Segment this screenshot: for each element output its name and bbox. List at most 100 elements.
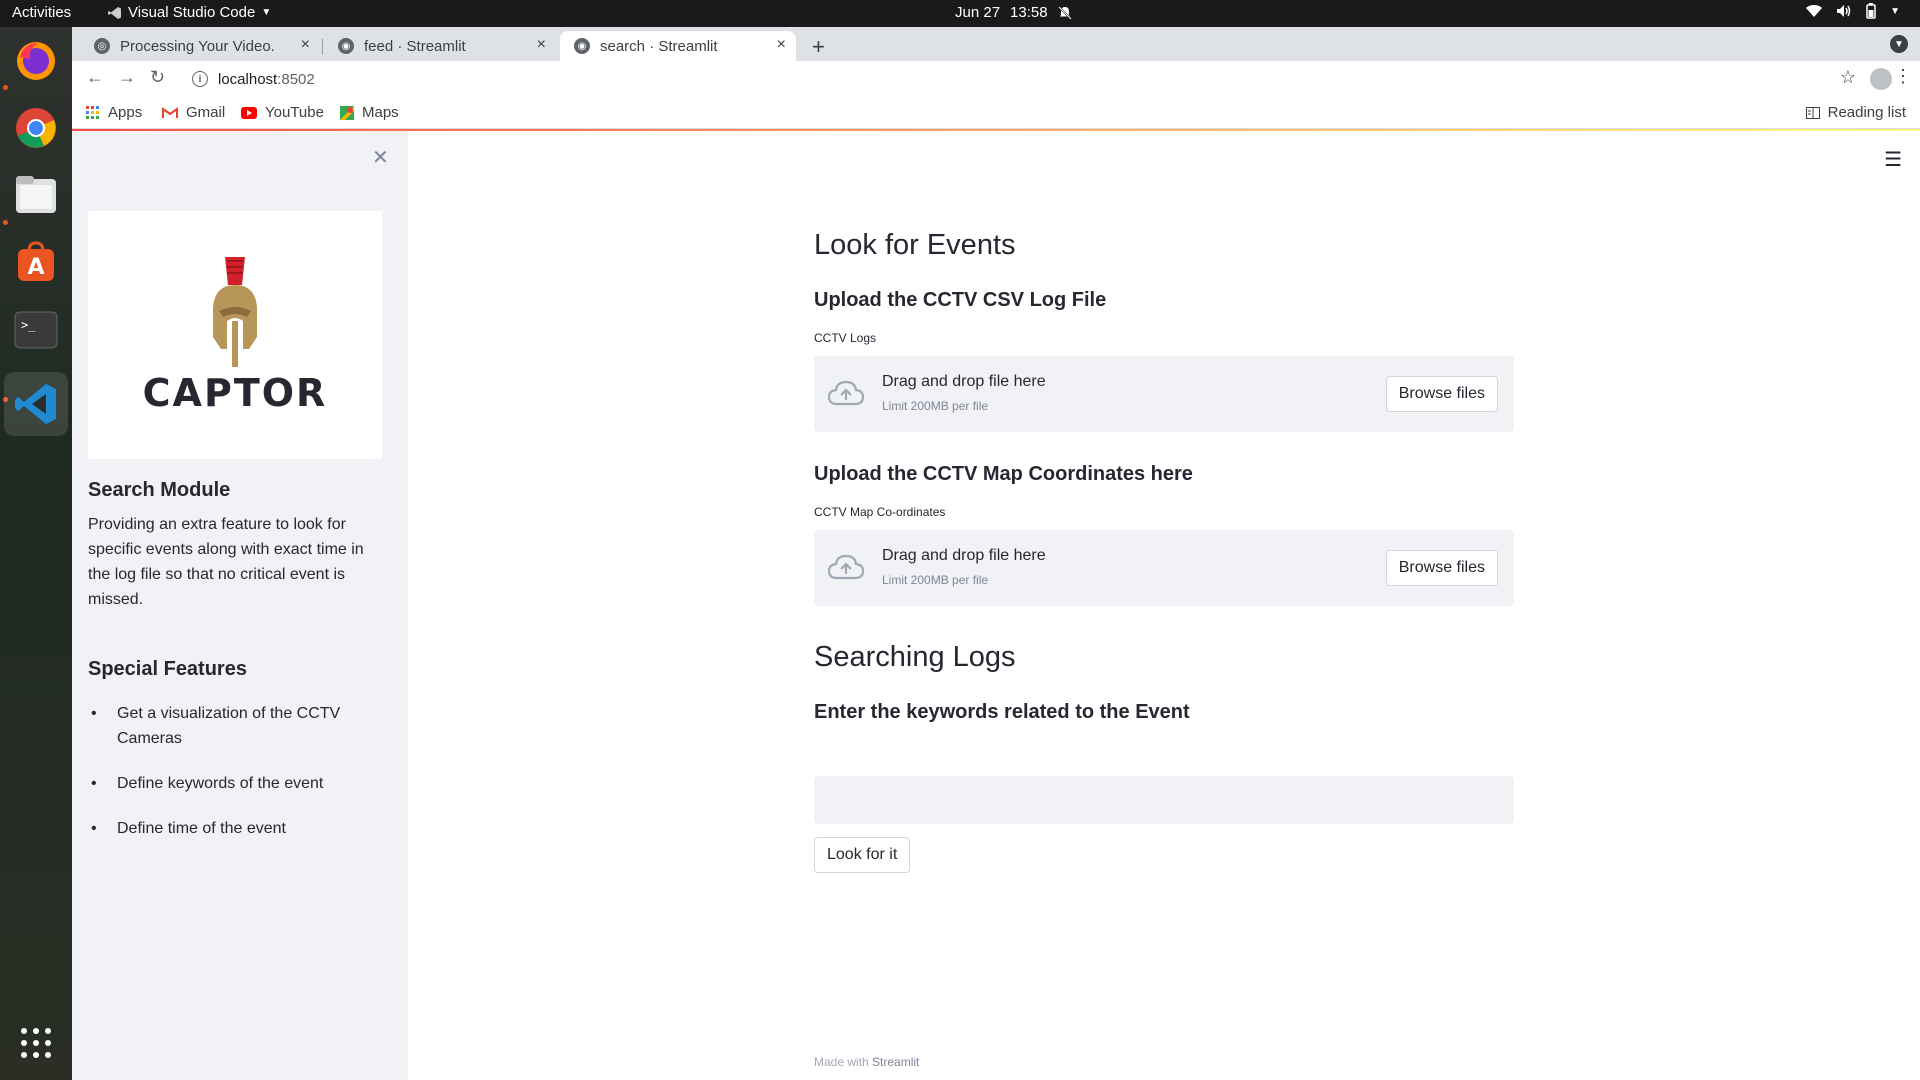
hamburger-menu-icon[interactable]: ☰ [1884,147,1902,172]
tab-title: Processing Your Video. [120,37,275,55]
svg-text:>_: >_ [21,318,36,332]
tab-separator [322,39,323,55]
wifi-icon [1806,5,1823,17]
system-top-bar: Activities Visual Studio Code ▼ Jun 27 1… [0,0,1920,27]
close-tab-icon[interactable]: × [537,36,546,54]
close-sidebar-icon[interactable]: ✕ [372,145,389,170]
search-module-description: Providing an extra feature to look for s… [88,516,364,608]
bookmark-gmail[interactable]: Gmail [162,104,225,121]
url-port: :8502 [277,70,315,88]
reading-list-icon [1805,106,1820,119]
files-icon[interactable] [10,169,62,221]
maps-icon [340,105,354,120]
footer-prefix: Made with [814,1055,869,1069]
bookmark-label: YouTube [265,104,324,121]
close-tab-icon[interactable]: × [301,36,310,54]
page-title: Look for Events [814,229,1016,261]
gmail-icon [162,106,178,118]
app-menu[interactable]: Visual Studio Code ▼ [108,4,271,21]
bookmark-label: Apps [108,104,143,121]
streamlit-link[interactable]: Streamlit [872,1055,919,1069]
keywords-input[interactable] [814,776,1514,824]
cloud-upload-icon [828,380,864,406]
browser-menu-icon[interactable]: ⋮ [1894,66,1912,87]
terminal-icon[interactable]: >_ [10,304,62,356]
clock[interactable]: Jun 27 13:58 [955,4,1072,21]
look-for-it-button[interactable]: Look for it [814,837,911,873]
bookmark-label: Maps [362,104,399,121]
special-features-heading: Special Features [88,658,247,680]
main-content: ☰ Look for Events Upload the CCTV CSV Lo… [408,131,1920,1080]
dropzone-limit: Limit 200MB per file [882,573,989,587]
firefox-icon[interactable] [10,35,62,87]
tab-search[interactable]: ◉ search · Streamlit × [560,31,796,61]
captor-logo: CAPTOR [88,211,382,459]
tab-strip: ◎ Processing Your Video. × ◉ feed · Stre… [72,27,1920,61]
new-tab-icon[interactable]: + [812,34,825,60]
csv-uploader-label: CCTV Logs [814,331,877,345]
battery-icon [1866,3,1876,19]
list-item: Define time of the event [88,816,378,841]
chrome-icon[interactable] [10,102,62,154]
upload-map-heading: Upload the CCTV Map Coordinates here [814,463,1193,485]
bookmark-label: Gmail [186,104,226,121]
tab-title: search · Streamlit [600,37,718,55]
keywords-heading: Enter the keywords related to the Event [814,701,1190,723]
searching-logs-heading: Searching Logs [814,641,1016,673]
volume-icon [1837,5,1851,17]
forward-icon[interactable]: → [118,67,136,88]
list-item: Define keywords of the event [88,771,378,796]
dropzone-title: Drag and drop file here [882,547,1046,564]
bookmark-star-icon[interactable]: ☆ [1840,67,1856,88]
app-name: Visual Studio Code [128,4,256,21]
cloud-upload-icon [828,554,864,580]
streamlit-icon: ◉ [338,38,354,54]
browse-files-button[interactable]: Browse files [1385,550,1498,586]
bookmark-maps[interactable]: Maps [340,104,399,121]
site-info-icon[interactable]: i [192,71,208,87]
reading-list-button[interactable]: Reading list [1805,104,1906,121]
svg-text:A: A [27,255,44,280]
browse-files-button[interactable]: Browse files [1385,376,1498,412]
time: 13:58 [1010,4,1048,21]
footer: Made with Streamlit [814,1055,919,1069]
show-apps-icon[interactable] [10,1017,62,1069]
vscode-small-icon [108,6,121,19]
vscode-icon[interactable] [4,372,68,436]
activities-button[interactable]: Activities [12,4,71,21]
bookmark-apps[interactable]: Apps [86,104,142,121]
reading-list-label: Reading list [1827,104,1906,121]
apps-grid-icon [86,105,99,119]
date: Jun 27 [955,4,1001,21]
dock: A >_ [0,27,72,1080]
csv-dropzone[interactable]: Drag and drop file here Limit 200MB per … [814,356,1514,432]
search-module-heading: Search Module [88,479,231,501]
map-uploader-label: CCTV Map Co-ordinates [814,505,946,519]
tab-search-menu-icon[interactable]: ▼ [1890,35,1908,53]
profile-avatar[interactable] [1870,68,1892,90]
spartan-helmet-icon [213,257,257,367]
globe-icon: ◎ [94,38,110,54]
tab-processing-video[interactable]: ◎ Processing Your Video. × [80,31,320,61]
reload-icon[interactable]: ↻ [150,67,165,88]
close-tab-icon[interactable]: × [777,36,786,54]
chevron-down-icon: ▼ [1890,5,1900,17]
back-icon[interactable]: ← [86,67,104,88]
tab-feed[interactable]: ◉ feed · Streamlit × [324,31,556,61]
notifications-off-icon [1057,5,1072,20]
list-item: Get a visualization of the CCTV Cameras [88,701,378,751]
url-host: localhost [218,70,278,88]
chevron-down-icon: ▼ [261,7,272,18]
address-bar[interactable]: i localhost:8502 [184,65,1864,93]
streamlit-icon: ◉ [574,38,590,54]
dropzone-title: Drag and drop file here [882,373,1046,390]
features-list: Get a visualization of the CCTV Cameras … [88,701,378,861]
sidebar: ✕ CAPTOR Search Module Providing an extr… [72,131,408,1080]
system-tray[interactable]: ▼ [1806,3,1900,19]
browser-toolbar: ← → ↻ i localhost:8502 ☆ ⋮ [72,61,1920,97]
map-dropzone[interactable]: Drag and drop file here Limit 200MB per … [814,530,1514,606]
software-center-icon[interactable]: A [10,237,62,289]
running-indicator [3,85,8,90]
bookmark-youtube[interactable]: YouTube [241,104,324,121]
dropzone-limit: Limit 200MB per file [882,399,989,413]
